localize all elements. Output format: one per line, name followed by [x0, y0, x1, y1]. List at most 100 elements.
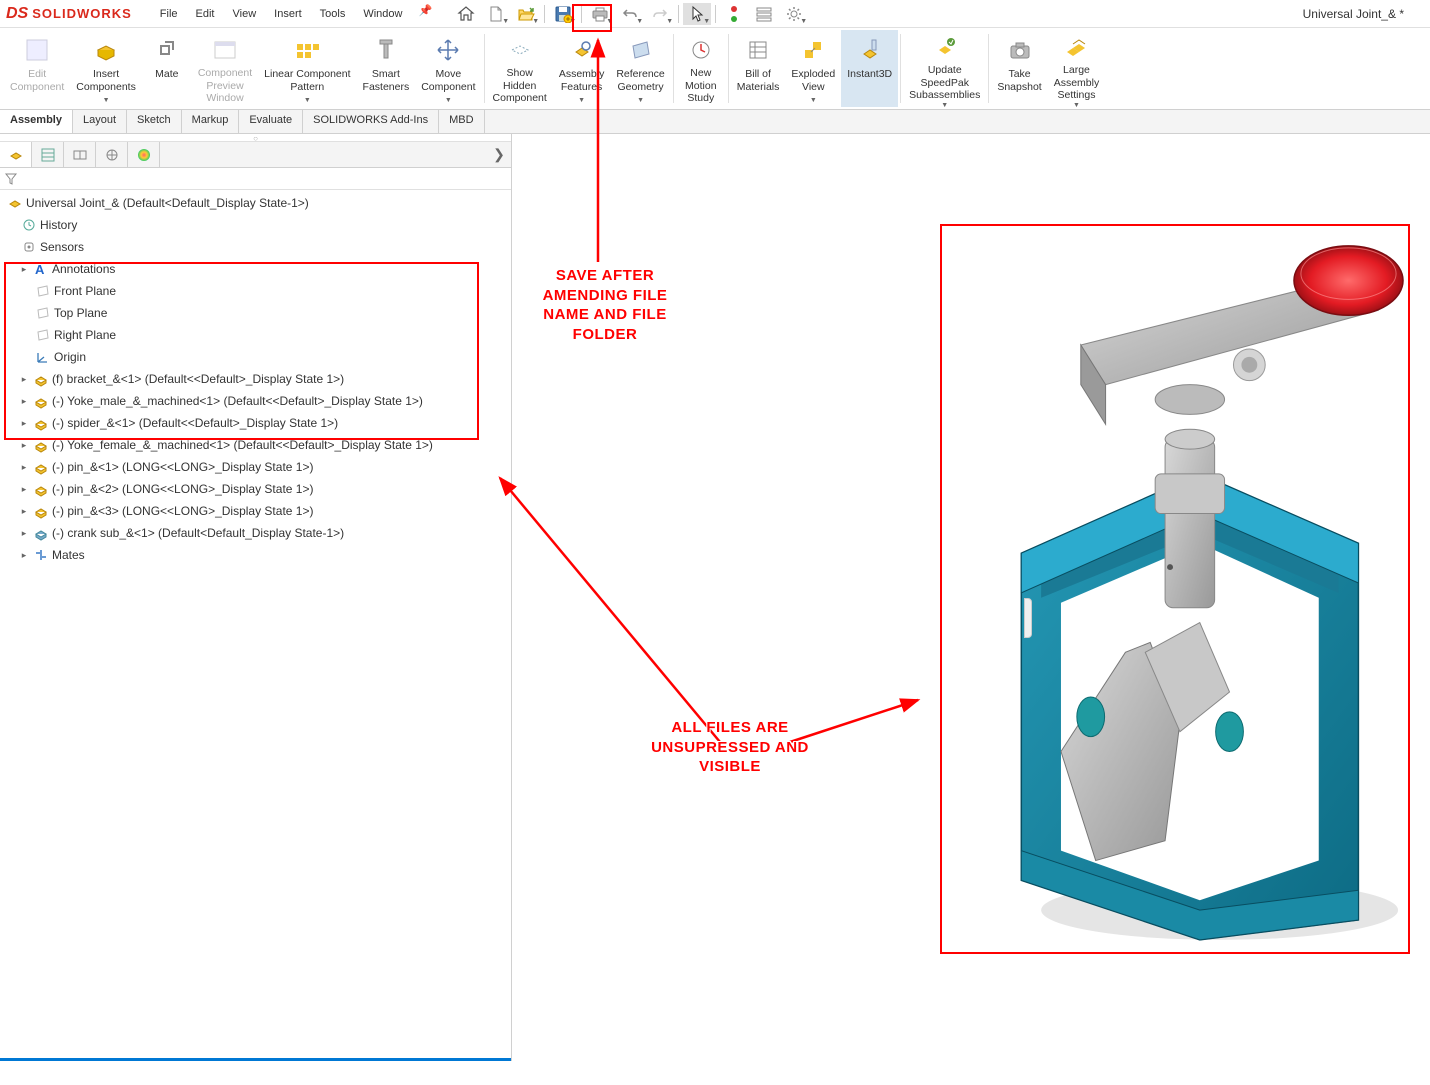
model-highlight-box [940, 224, 1410, 954]
expand-tabs-icon[interactable]: ❯ [487, 142, 511, 167]
part-icon [32, 458, 50, 476]
tab-assembly[interactable]: Assembly [0, 110, 73, 133]
expand-icon[interactable]: ▸ [18, 396, 30, 407]
part-icon [32, 502, 50, 520]
undo-button[interactable]: ▼ [616, 3, 644, 25]
instant3d-icon [854, 34, 886, 66]
command-tabs: Assembly Layout Sketch Markup Evaluate S… [0, 110, 1430, 134]
tab-layout[interactable]: Layout [73, 110, 127, 133]
part-icon [32, 414, 50, 432]
options-button[interactable] [750, 3, 778, 25]
tree-front-plane[interactable]: Front Plane [0, 280, 511, 302]
tab-addins[interactable]: SOLIDWORKS Add-Ins [303, 110, 439, 133]
tree-comp-yoke-male[interactable]: ▸(-) Yoke_male_&_machined<1> (Default<<D… [0, 390, 511, 412]
ribbon-move-component[interactable]: Move Component▼ [415, 30, 481, 107]
tab-property-manager[interactable] [32, 142, 64, 167]
bom-icon [742, 34, 774, 66]
expand-icon[interactable]: ▸ [18, 264, 30, 275]
tree-comp-crank[interactable]: ▸(-) crank sub_&<1> (Default<Default_Dis… [0, 522, 511, 544]
ribbon-linear-pattern[interactable]: Linear Component Pattern▼ [258, 30, 356, 107]
expand-icon[interactable]: ▸ [18, 484, 30, 495]
subassembly-icon [32, 524, 50, 542]
tab-feature-tree[interactable] [0, 142, 32, 167]
insert-components-icon [90, 34, 122, 66]
mate-icon [151, 34, 183, 66]
tree-sensors[interactable]: Sensors [0, 236, 511, 258]
tree-origin[interactable]: Origin [0, 346, 511, 368]
origin-icon [34, 348, 52, 366]
expand-icon[interactable]: ▸ [18, 374, 30, 385]
menu-tools[interactable]: Tools [312, 4, 354, 24]
tree-comp-yoke-female[interactable]: ▸(-) Yoke_female_&_machined<1> (Default<… [0, 434, 511, 456]
feature-tree: Universal Joint_& (Default<Default_Displ… [0, 190, 511, 1058]
panel-grip[interactable]: ○ [0, 134, 511, 142]
expand-icon[interactable]: ▸ [18, 462, 30, 473]
linear-pattern-icon [291, 34, 323, 66]
new-button[interactable]: ▼ [482, 3, 510, 25]
ribbon-edit-component: Edit Component [4, 30, 70, 107]
tab-configuration-manager[interactable] [64, 142, 96, 167]
tab-dim-expert[interactable] [96, 142, 128, 167]
expand-icon[interactable]: ▸ [18, 506, 30, 517]
ribbon-assembly-features[interactable]: Assembly Features▼ [553, 30, 611, 107]
menu-view[interactable]: View [225, 4, 265, 24]
tree-comp-pin1[interactable]: ▸(-) pin_&<1> (LONG<<LONG>_Display State… [0, 456, 511, 478]
save-button[interactable]: ▼ [549, 3, 577, 25]
print-button[interactable]: ▼ [586, 3, 614, 25]
ribbon-insert-components[interactable]: Insert Components▼ [70, 30, 142, 107]
main-area: ○ ❯ Universal Joint_& (Default<Default_D… [0, 134, 1430, 1061]
open-button[interactable]: ▼ [512, 3, 540, 25]
exploded-view-icon [797, 34, 829, 66]
filter-row[interactable] [0, 168, 511, 190]
tree-annotations[interactable]: ▸AAnnotations [0, 258, 511, 280]
select-button[interactable]: ▼ [683, 3, 711, 25]
expand-icon[interactable]: ▸ [18, 528, 30, 539]
tree-mates[interactable]: ▸Mates [0, 544, 511, 566]
home-button[interactable] [452, 3, 480, 25]
ribbon-large-assembly[interactable]: Large Assembly Settings▼ [1048, 30, 1106, 107]
tree-root[interactable]: Universal Joint_& (Default<Default_Displ… [0, 192, 511, 214]
ribbon-new-motion[interactable]: New Motion Study [676, 30, 726, 107]
ribbon-reference-geometry[interactable]: Reference Geometry▼ [610, 30, 670, 107]
tree-history[interactable]: History [0, 214, 511, 236]
tree-comp-pin2[interactable]: ▸(-) pin_&<2> (LONG<<LONG>_Display State… [0, 478, 511, 500]
annotations-icon: A [32, 260, 50, 278]
menu-window[interactable]: Window [355, 4, 410, 24]
rebuild-button[interactable] [720, 3, 748, 25]
ribbon-mate[interactable]: Mate [142, 30, 192, 107]
tree-comp-spider[interactable]: ▸(-) spider_&<1> (Default<<Default>_Disp… [0, 412, 511, 434]
graphics-viewport[interactable] [512, 134, 1430, 1061]
tree-comp-pin3[interactable]: ▸(-) pin_&<3> (LONG<<LONG>_Display State… [0, 500, 511, 522]
expand-icon[interactable]: ▸ [18, 440, 30, 451]
tab-mbd[interactable]: MBD [439, 110, 484, 133]
ribbon-exploded-view[interactable]: Exploded View▼ [785, 30, 841, 107]
tab-display-manager[interactable] [128, 142, 160, 167]
settings-button[interactable]: ▼ [780, 3, 808, 25]
ribbon-show-hidden[interactable]: Show Hidden Component [487, 30, 553, 107]
expand-icon[interactable]: ▸ [18, 418, 30, 429]
ribbon-smart-fasteners[interactable]: Smart Fasteners [357, 30, 416, 107]
ribbon-bom[interactable]: Bill of Materials [731, 30, 786, 107]
show-hidden-icon [504, 34, 536, 65]
tab-sketch[interactable]: Sketch [127, 110, 182, 133]
large-assembly-icon [1060, 34, 1092, 62]
ribbon-component-preview: Component Preview Window [192, 30, 258, 107]
menu-file[interactable]: File [152, 4, 186, 24]
tree-right-plane[interactable]: Right Plane [0, 324, 511, 346]
tab-evaluate[interactable]: Evaluate [239, 110, 303, 133]
pin-icon[interactable]: 📌 [418, 4, 432, 24]
smart-fasteners-icon [370, 34, 402, 66]
menu-edit[interactable]: Edit [188, 4, 223, 24]
expand-icon[interactable]: ▸ [18, 550, 30, 561]
redo-button[interactable]: ▼ [646, 3, 674, 25]
ribbon-snapshot[interactable]: Take Snapshot [991, 30, 1047, 107]
split-handle[interactable] [1024, 598, 1032, 638]
edit-component-icon [21, 34, 53, 66]
tree-top-plane[interactable]: Top Plane [0, 302, 511, 324]
tab-markup[interactable]: Markup [182, 110, 240, 133]
tree-comp-bracket[interactable]: ▸(f) bracket_&<1> (Default<<Default>_Dis… [0, 368, 511, 390]
menu-insert[interactable]: Insert [266, 4, 310, 24]
ribbon-speedpak[interactable]: Update SpeedPak Subassemblies▼ [903, 30, 986, 107]
ribbon-instant3d[interactable]: Instant3D [841, 30, 898, 107]
snapshot-icon [1004, 34, 1036, 66]
